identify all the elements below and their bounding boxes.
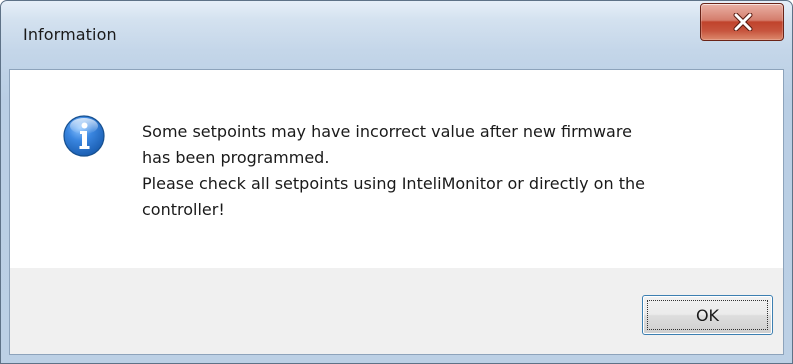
button-bar: OK (10, 268, 783, 354)
information-icon (63, 115, 105, 157)
message-line: has been programmed. (142, 148, 330, 167)
message-line: controller! (142, 200, 225, 219)
ok-button-label: OK (695, 306, 720, 325)
message-line: Some setpoints may have incorrect value … (142, 122, 632, 141)
close-button[interactable] (700, 3, 784, 41)
message-panel: Some setpoints may have incorrect value … (10, 70, 783, 268)
title-bar[interactable]: Information (1, 1, 792, 69)
window-title: Information (23, 25, 117, 44)
dialog-client-area: Some setpoints may have incorrect value … (9, 69, 784, 355)
message-text: Some setpoints may have incorrect value … (142, 119, 762, 223)
message-line: Please check all setpoints using InteliM… (142, 174, 645, 193)
information-dialog: Information Some setpoints may have inco… (0, 0, 793, 364)
ok-button[interactable]: OK (642, 295, 773, 335)
close-x-icon (733, 13, 753, 31)
